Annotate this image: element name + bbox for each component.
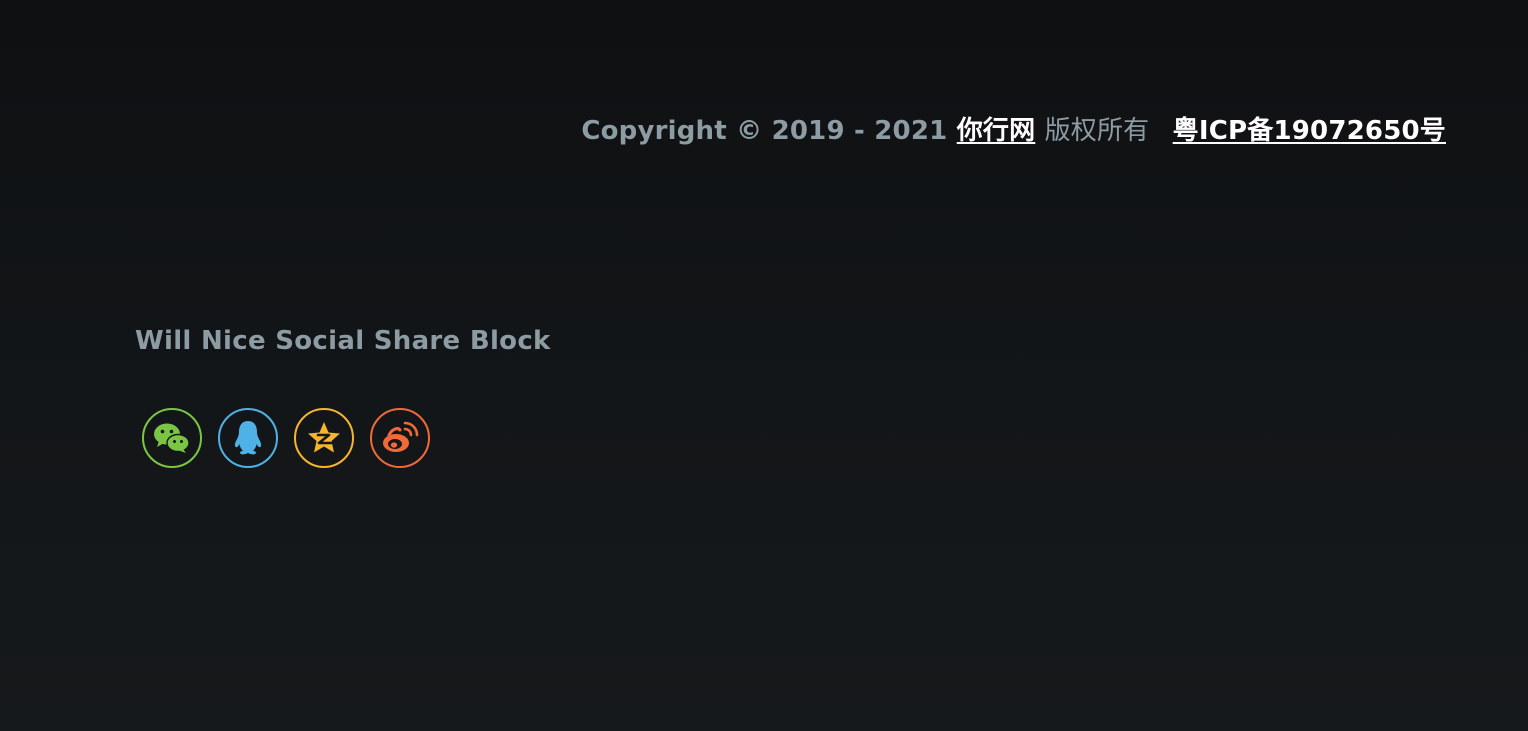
share-wechat-button[interactable] xyxy=(142,408,202,468)
qzone-star-icon xyxy=(306,420,342,456)
site-link[interactable]: 你行网 xyxy=(957,116,1036,146)
wechat-icon xyxy=(151,420,193,456)
icp-link[interactable]: 粤ICP备19072650号 xyxy=(1173,116,1446,146)
social-share-buttons xyxy=(142,408,430,468)
rights-text: 版权所有 xyxy=(1044,116,1150,146)
copyright-line: Copyright © 2019 - 2021 你行网 版权所有 粤ICP备19… xyxy=(581,110,1446,147)
share-qzone-button[interactable] xyxy=(294,408,354,468)
share-block-title: Will Nice Social Share Block xyxy=(135,326,551,356)
weibo-icon xyxy=(381,421,419,455)
share-qq-button[interactable] xyxy=(218,408,278,468)
copyright-prefix: Copyright © 2019 - 2021 xyxy=(581,116,948,146)
qq-penguin-icon xyxy=(232,419,264,457)
share-weibo-button[interactable] xyxy=(370,408,430,468)
